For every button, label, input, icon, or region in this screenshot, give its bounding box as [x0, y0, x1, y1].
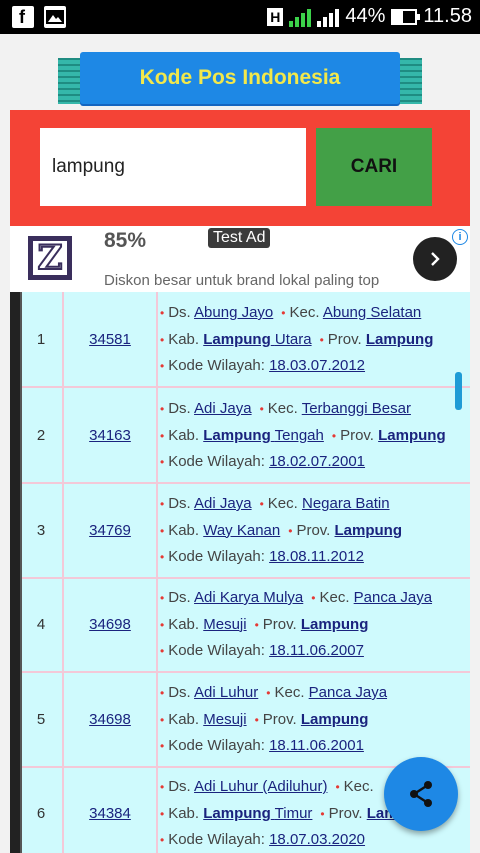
table-row: 2 34163 • Ds. Adi Jaya • Kec. Terbanggi Bes… — [20, 388, 470, 484]
scrollbar[interactable] — [455, 372, 462, 410]
postal-code-link[interactable]: 34698 — [64, 672, 158, 766]
kabupaten-link[interactable]: Lampung Utara — [203, 331, 311, 348]
desa-link[interactable]: Adi Jaya — [194, 400, 252, 417]
postal-code-link[interactable]: 34163 — [64, 388, 158, 482]
app-title: Kode Pos Indonesia — [80, 52, 400, 104]
row-number: 1 — [20, 292, 64, 386]
kode-wilayah-link[interactable]: 18.11.06.2007 — [269, 642, 364, 659]
kabupaten-link[interactable]: Lampung Tengah — [203, 427, 324, 444]
kode-wilayah-link[interactable]: 18.08.11.2012 — [269, 548, 364, 565]
signal-sim1-icon — [289, 7, 312, 27]
kode-wilayah-link[interactable]: 18.11.06.2001 — [269, 737, 364, 754]
kabupaten-link[interactable]: Mesuji — [203, 711, 246, 728]
row-details: • Ds. Adi Luhur • Kec. Panca Jaya • Kab. Mes… — [160, 684, 388, 754]
info-icon[interactable]: i — [452, 229, 468, 245]
desa-link[interactable]: Adi Jaya — [194, 495, 252, 512]
ad-description: Diskon besar untuk brand lokal paling to… — [104, 272, 380, 289]
search-input[interactable] — [40, 128, 306, 206]
row-number: 3 — [20, 483, 64, 577]
share-icon — [410, 781, 432, 807]
row-number: 2 — [20, 388, 64, 482]
desa-link[interactable]: Adi Luhur — [194, 684, 258, 701]
table-row: 4 34698 • Ds. Adi Karya Mulya • Kec. Panca … — [20, 577, 470, 673]
kode-wilayah-link[interactable]: 18.07.03.2020 — [269, 831, 365, 848]
ad-logo: Z — [28, 236, 72, 280]
kecamatan-link[interactable]: Abung Selatan — [323, 304, 421, 321]
search-button[interactable]: CARI — [316, 128, 432, 206]
table-left-border — [10, 292, 22, 853]
table-row: 1 34581 • Ds. Abung Jayo • Kec. Abung Selat… — [20, 292, 470, 388]
table-row: 5 34698 • Ds. Adi Luhur • Kec. Panca Jaya •… — [20, 672, 470, 768]
row-details: • Ds. Adi Jaya • Kec. Terbanggi Besar • Kab.… — [160, 400, 446, 470]
ad-banner[interactable]: Z 85% Test Ad Diskon besar untuk brand l… — [10, 226, 470, 292]
signal-sim2-icon — [317, 7, 340, 27]
ad-percent: 85% — [104, 229, 147, 252]
desa-link[interactable]: Adi Karya Mulya — [194, 589, 303, 606]
ad-test-tag: Test Ad — [208, 228, 271, 248]
row-number: 6 — [20, 766, 64, 853]
provinsi-link[interactable]: Lampung — [301, 616, 369, 633]
facebook-icon: f — [12, 6, 34, 28]
kabupaten-link[interactable]: Lampung Timur — [203, 805, 312, 822]
network-type-badge: H — [267, 7, 284, 26]
postal-code-link[interactable]: 34698 — [64, 577, 158, 671]
row-number: 5 — [20, 672, 64, 766]
desa-link[interactable]: Abung Jayo — [194, 304, 273, 321]
chevron-right-icon[interactable] — [413, 237, 457, 281]
kabupaten-link[interactable]: Way Kanan — [203, 522, 280, 539]
provinsi-link[interactable]: Lampung — [378, 427, 446, 444]
kecamatan-link[interactable]: Panca Jaya — [309, 684, 387, 701]
battery-icon — [391, 8, 421, 25]
provinsi-link[interactable]: Lampung — [335, 522, 403, 539]
kode-wilayah-link[interactable]: 18.03.07.2012 — [269, 357, 365, 374]
postal-code-link[interactable]: 34384 — [64, 766, 158, 853]
clock: 11.58 — [423, 5, 472, 27]
postal-code-link[interactable]: 34769 — [64, 483, 158, 577]
desa-link[interactable]: Adi Luhur (Adiluhur) — [194, 778, 327, 795]
gallery-icon — [44, 6, 66, 28]
row-details: • Ds. Adi Karya Mulya • Kec. Panca Jaya • Ka… — [160, 589, 433, 659]
provinsi-link[interactable]: Lampung — [366, 331, 434, 348]
kecamatan-link[interactable]: Negara Batin — [302, 495, 390, 512]
postal-code-link[interactable]: 34581 — [64, 292, 158, 386]
row-number: 4 — [20, 577, 64, 671]
app-title-banner: Kode Pos Indonesia — [58, 52, 422, 104]
kecamatan-link[interactable]: Terbanggi Besar — [302, 400, 411, 417]
share-button[interactable] — [384, 757, 458, 831]
row-details: • Ds. Adi Jaya • Kec. Negara Batin • Kab. Wa… — [160, 495, 403, 565]
table-row: 3 34769 • Ds. Adi Jaya • Kec. Negara Batin … — [20, 483, 470, 579]
provinsi-link[interactable]: Lampung — [301, 711, 369, 728]
search-panel: CARI — [10, 110, 470, 226]
status-bar: f H 44% 11.58 — [0, 0, 480, 34]
kecamatan-link[interactable]: Panca Jaya — [354, 589, 432, 606]
row-details: • Ds. Abung Jayo • Kec. Abung Selatan • Kab.… — [160, 304, 434, 374]
kode-wilayah-link[interactable]: 18.02.07.2001 — [269, 453, 365, 470]
kabupaten-link[interactable]: Mesuji — [203, 616, 246, 633]
battery-percent: 44% — [345, 5, 386, 27]
